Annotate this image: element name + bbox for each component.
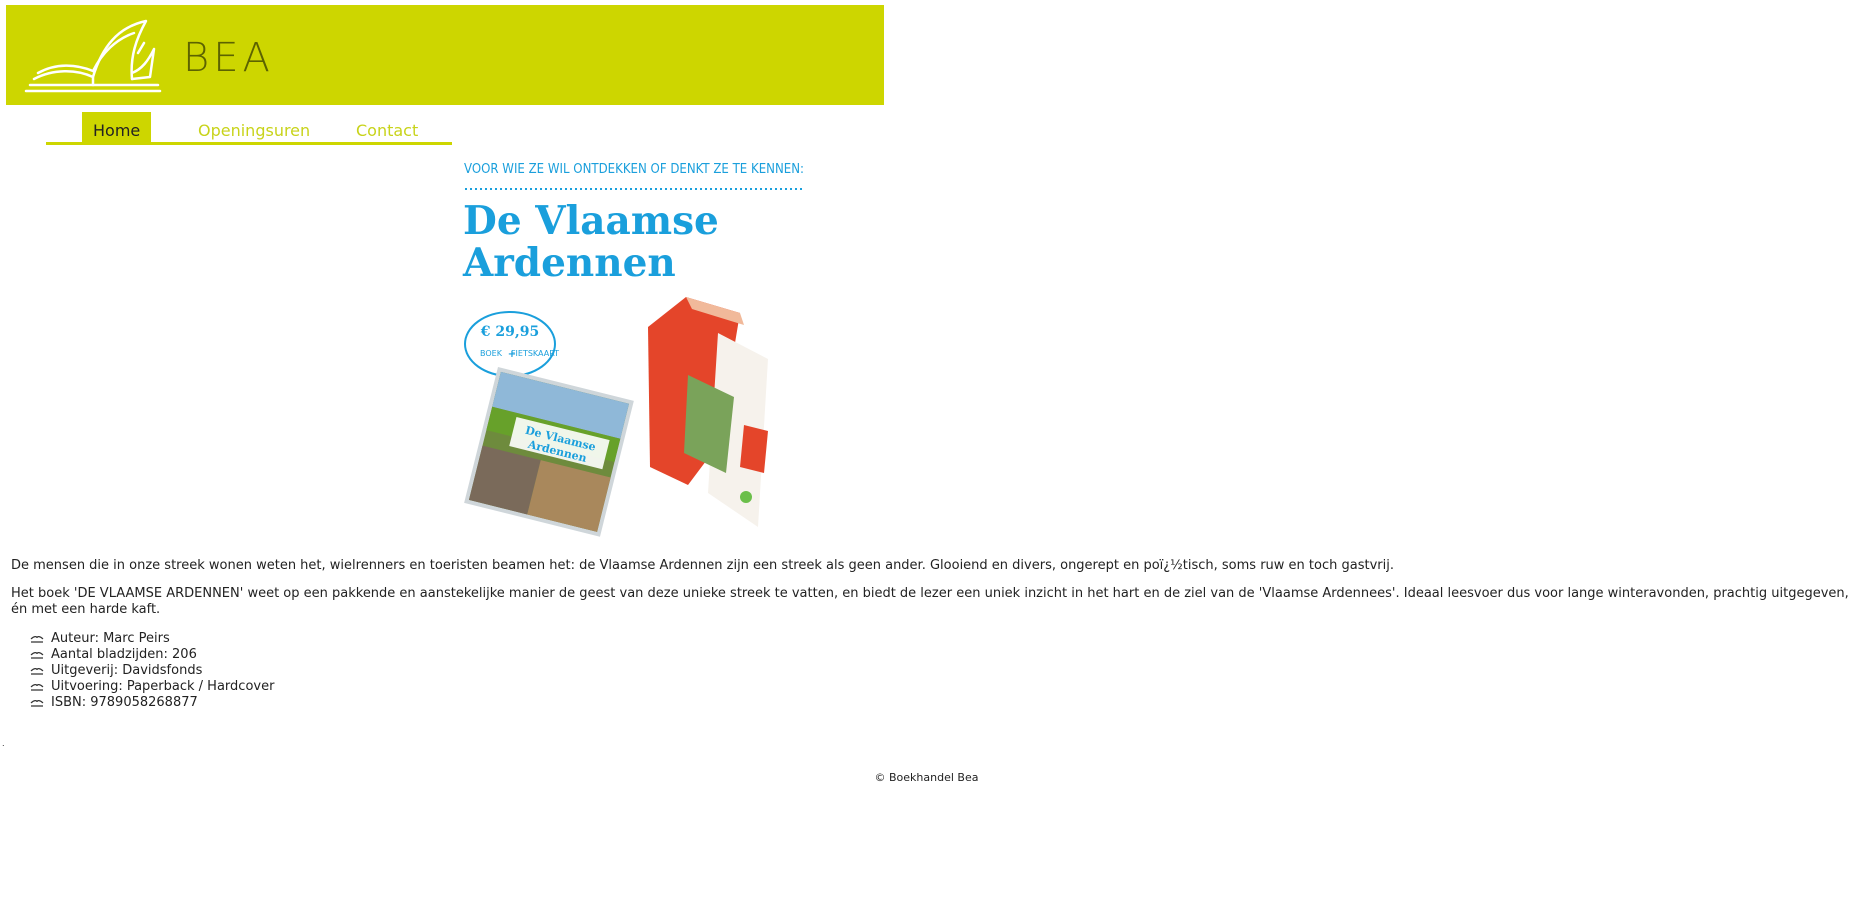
spec-item: Uitvoering: Paperback / Hardcover <box>30 679 274 695</box>
spec-item: Uitgeverij: Davidsfonds <box>30 663 274 679</box>
book-specs-list: Auteur: Marc Peirs Aantal bladzijden: 20… <box>30 631 274 711</box>
spec-text: Aantal bladzijden: 206 <box>51 647 197 662</box>
spec-item: ISBN: 9789058268877 <box>30 695 274 711</box>
footer-copyright: © Boekhandel Bea <box>874 771 979 784</box>
spec-item: Aantal bladzijden: 206 <box>30 647 274 663</box>
nav-openingsuren[interactable]: Openingsuren <box>198 112 310 142</box>
book-bullet-icon <box>30 636 44 643</box>
book-cover: De Vlaamse Ardennen <box>464 367 634 537</box>
spec-text: ISBN: 9789058268877 <box>51 695 198 710</box>
spec-text: Uitgeverij: Davidsfonds <box>51 663 203 678</box>
main-nav: Home Openingsuren Contact <box>46 112 452 145</box>
promo-image: VOOR WIE ZE WIL ONTDEKKEN OF DENKT ZE TE… <box>462 162 804 537</box>
book-bullet-icon <box>30 700 44 707</box>
promo-title-line-1: De Vlaamse <box>463 198 719 244</box>
folded-map <box>648 297 768 527</box>
intro-paragraph-2: Het boek 'DE VLAAMSE ARDENNEN' weet op e… <box>11 586 1849 617</box>
open-book-logo-icon[interactable] <box>18 13 168 97</box>
price-badge <box>464 311 556 377</box>
nav-home[interactable]: Home <box>82 112 152 142</box>
book-bullet-icon <box>30 668 44 675</box>
header-banner: BEA <box>6 5 884 105</box>
spec-item: Auteur: Marc Peirs <box>30 631 274 647</box>
brand-name: BEA <box>183 35 274 81</box>
stray-dot: . <box>2 739 5 748</box>
book-bullet-icon <box>30 684 44 691</box>
intro-paragraph-1: De mensen die in onze streek wonen weten… <box>11 558 1394 573</box>
nav-contact[interactable]: Contact <box>356 112 418 142</box>
promo-tagline: VOOR WIE ZE WIL ONTDEKKEN OF DENKT ZE TE… <box>464 162 804 177</box>
price-value: € 29,95 <box>480 324 539 340</box>
spec-text: Uitvoering: Paperback / Hardcover <box>51 679 275 694</box>
book-bullet-icon <box>30 652 44 659</box>
spec-text: Auteur: Marc Peirs <box>51 631 170 646</box>
promo-title-line-2: Ardennen <box>462 240 676 286</box>
price-sub-map: FIETSKAART <box>511 349 559 358</box>
price-sub-book: BOEK <box>480 349 503 358</box>
